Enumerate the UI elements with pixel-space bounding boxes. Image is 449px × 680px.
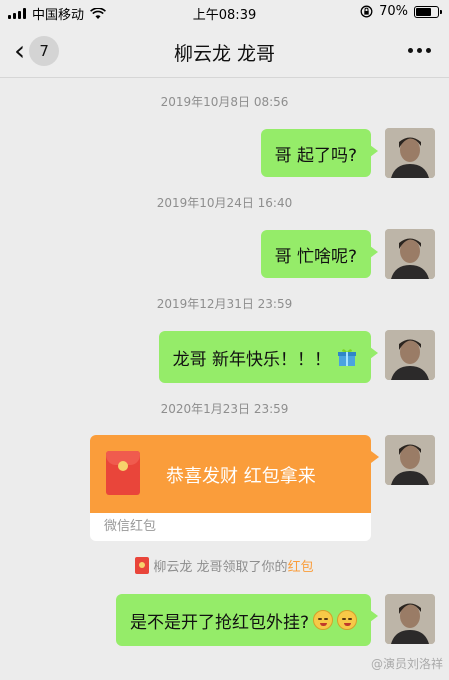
red-packet-link[interactable]: 红包 <box>288 560 314 575</box>
battery-icon <box>414 5 442 18</box>
avatar[interactable] <box>385 330 435 380</box>
gift-icon <box>338 349 356 366</box>
timestamp: 2019年12月31日 23:59 <box>156 297 293 311</box>
avatar-photo <box>385 435 435 485</box>
battery-fill <box>416 7 431 16</box>
blushing-emoji-icon <box>337 610 357 630</box>
red-envelope-icon <box>135 557 150 574</box>
notice-text: 柳云龙 龙哥领取了你的 <box>153 560 288 575</box>
more-dots-icon <box>408 48 431 53</box>
avatar[interactable] <box>385 435 435 485</box>
system-notice: 柳云龙 龙哥领取了你的红包 <box>0 556 449 575</box>
timestamp: 2020年1月23日 23:59 <box>160 402 289 416</box>
red-packet-greeting: 恭喜发财 红包拿来 <box>166 466 316 487</box>
message-bubble[interactable]: 哥 忙啥呢? <box>260 230 379 278</box>
avatar[interactable] <box>385 229 435 279</box>
more-button[interactable] <box>408 40 431 53</box>
red-packet-tail <box>371 451 379 463</box>
red-envelope-icon <box>106 451 140 495</box>
message-text: 哥 起了吗? <box>274 145 357 166</box>
message-bubble[interactable]: 哥 起了吗? <box>260 129 379 177</box>
status-bar: 中国移动 上午08:39 70% <box>0 0 449 26</box>
avatar-photo <box>385 330 435 380</box>
message-bubble[interactable]: 龙哥 新年快乐！！！ <box>158 331 379 383</box>
rotation-lock-icon <box>360 5 373 18</box>
watermark: @演员刘洛祥 <box>370 657 443 671</box>
red-packet-footer: 微信红包 <box>104 519 157 534</box>
avatar[interactable] <box>385 128 435 178</box>
message-text: 哥 忙啥呢? <box>274 246 357 267</box>
message-text: 龙哥 新年快乐！！！ <box>172 349 331 370</box>
message-bubble[interactable]: 是不是开了抢红包外挂? <box>115 594 379 646</box>
red-packet-top: 恭喜发财 红包拿来 <box>90 435 371 513</box>
message-text: 是不是开了抢红包外挂? <box>129 612 309 633</box>
status-right: 70% <box>360 4 442 19</box>
nav-bar: ‹ 7 柳云龙 龙哥 <box>0 26 449 78</box>
timestamp: 2019年10月24日 16:40 <box>156 196 293 210</box>
blushing-emoji-icon <box>313 610 333 630</box>
timestamp: 2019年10月8日 08:56 <box>160 95 289 109</box>
avatar-photo <box>385 594 435 644</box>
avatar-photo <box>385 229 435 279</box>
avatar[interactable] <box>385 594 435 644</box>
red-packet-card[interactable]: 恭喜发财 红包拿来 微信红包 <box>90 435 371 541</box>
battery-percent: 70% <box>379 4 408 19</box>
chat-title: 柳云龙 龙哥 <box>173 43 276 65</box>
avatar-photo <box>385 128 435 178</box>
